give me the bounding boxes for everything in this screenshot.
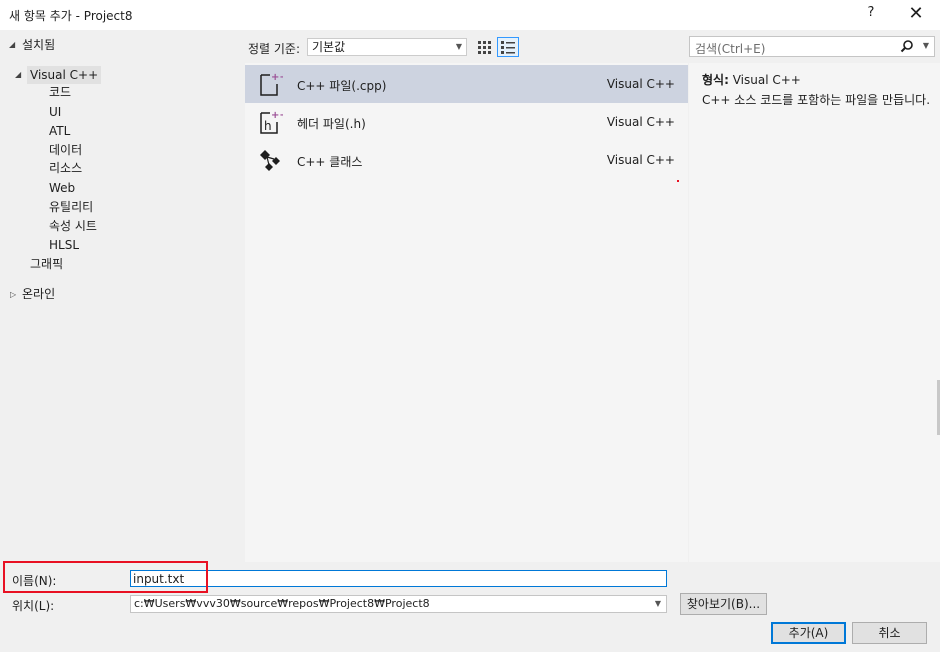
tree-node-utility[interactable]: 유틸리티 <box>49 198 93 216</box>
cpp-file-icon: ++ <box>260 72 283 96</box>
detail-type: 형식: Visual C++ <box>702 71 801 88</box>
template-name: C++ 클래스 <box>297 155 363 169</box>
grid-view-button[interactable] <box>474 37 496 57</box>
name-input[interactable] <box>130 570 667 587</box>
template-type: Visual C++ <box>606 153 675 167</box>
grid-view-icon <box>478 41 491 54</box>
template-category-tree: ◢ 설치됨 ◢ Visual C++ 코드 UI ATL 데이터 리소스 Web… <box>0 31 244 562</box>
location-dropdown[interactable]: c:₩Users₩vvv30₩source₩repos₩Project8₩Pro… <box>130 595 667 613</box>
template-type: Visual C++ <box>606 77 675 91</box>
template-list: ++ C++ 파일(.cpp) Visual C++ h ++ 헤더 파일(.h… <box>245 63 688 562</box>
tree-node-hlsl[interactable]: HLSL <box>49 236 79 254</box>
template-item-cpp-class[interactable]: C++ 클래스 Visual C++ <box>245 141 688 179</box>
svg-text:h: h <box>264 119 272 133</box>
location-value: c:₩Users₩vvv30₩source₩repos₩Project8₩Pro… <box>134 597 430 610</box>
chevron-down-icon: ▼ <box>654 599 661 608</box>
search-icon[interactable] <box>900 39 914 53</box>
tree-node-web[interactable]: Web <box>49 179 75 197</box>
tree-node-online[interactable]: 온라인 <box>22 285 55 303</box>
name-label: 이름(N): <box>12 574 57 588</box>
sort-toolbar: 정렬 기준: 기본값 ▼ <box>244 31 688 63</box>
help-button[interactable]: ? <box>863 5 879 25</box>
tree-node-visual-cpp[interactable]: Visual C++ <box>27 66 102 84</box>
close-button[interactable]: ✕ <box>904 3 928 27</box>
class-icon <box>260 150 280 171</box>
template-name: 헤더 파일(.h) <box>297 117 366 131</box>
detail-type-value: Visual C++ <box>732 73 801 87</box>
marker-dot <box>677 180 679 182</box>
tree-node-property-sheet[interactable]: 속성 시트 <box>49 217 97 235</box>
chevron-down-icon: ▼ <box>455 42 462 51</box>
tree-node-graphics[interactable]: 그래픽 <box>30 255 63 273</box>
tree-node-ui[interactable]: UI <box>49 103 61 121</box>
template-type: Visual C++ <box>606 115 675 129</box>
sort-dropdown[interactable]: 기본값 ▼ <box>307 38 467 56</box>
title-bar: 새 항목 추가 - Project8 ? ✕ <box>0 0 940 30</box>
add-button[interactable]: 추가(A) <box>771 622 846 644</box>
list-view-button[interactable] <box>497 37 519 57</box>
detail-description: C++ 소스 코드를 포함하는 파일을 만듭니다. <box>702 93 931 107</box>
tree-node-resource[interactable]: 리소스 <box>49 159 82 177</box>
list-view-icon <box>501 41 515 54</box>
tree-node-atl[interactable]: ATL <box>49 122 70 140</box>
header-file-icon: h ++ <box>260 110 283 134</box>
chevron-down-icon[interactable]: ▼ <box>923 41 929 50</box>
tree-node-code[interactable]: 코드 <box>49 83 71 101</box>
template-detail-panel: 형식: Visual C++ C++ 소스 코드를 포함하는 파일을 만듭니다. <box>689 63 940 562</box>
svg-text:++: ++ <box>271 72 283 83</box>
window-title: 새 항목 추가 - Project8 <box>9 9 133 23</box>
browse-button[interactable]: 찾아보기(B)... <box>680 593 767 615</box>
cancel-button[interactable]: 취소 <box>852 622 927 644</box>
svg-text:++: ++ <box>271 110 283 121</box>
collapse-arrow-icon[interactable]: ◢ <box>15 70 21 79</box>
template-name: C++ 파일(.cpp) <box>297 79 387 93</box>
expand-arrow-icon[interactable]: ▷ <box>10 290 16 299</box>
template-item-header-file[interactable]: h ++ 헤더 파일(.h) Visual C++ <box>245 103 688 141</box>
search-placeholder: 검색(Ctrl+E) <box>695 42 766 56</box>
detail-type-label: 형식: <box>702 73 729 87</box>
sort-value: 기본값 <box>312 40 346 54</box>
collapse-arrow-icon[interactable]: ◢ <box>9 40 15 49</box>
template-item-cpp-file[interactable]: ++ C++ 파일(.cpp) Visual C++ <box>245 65 688 103</box>
search-box[interactable]: 검색(Ctrl+E) ▼ <box>689 36 935 57</box>
location-label: 위치(L): <box>12 599 55 613</box>
tree-node-data[interactable]: 데이터 <box>49 141 82 159</box>
tree-node-installed[interactable]: 설치됨 <box>22 36 55 54</box>
sort-label: 정렬 기준: <box>248 42 301 56</box>
